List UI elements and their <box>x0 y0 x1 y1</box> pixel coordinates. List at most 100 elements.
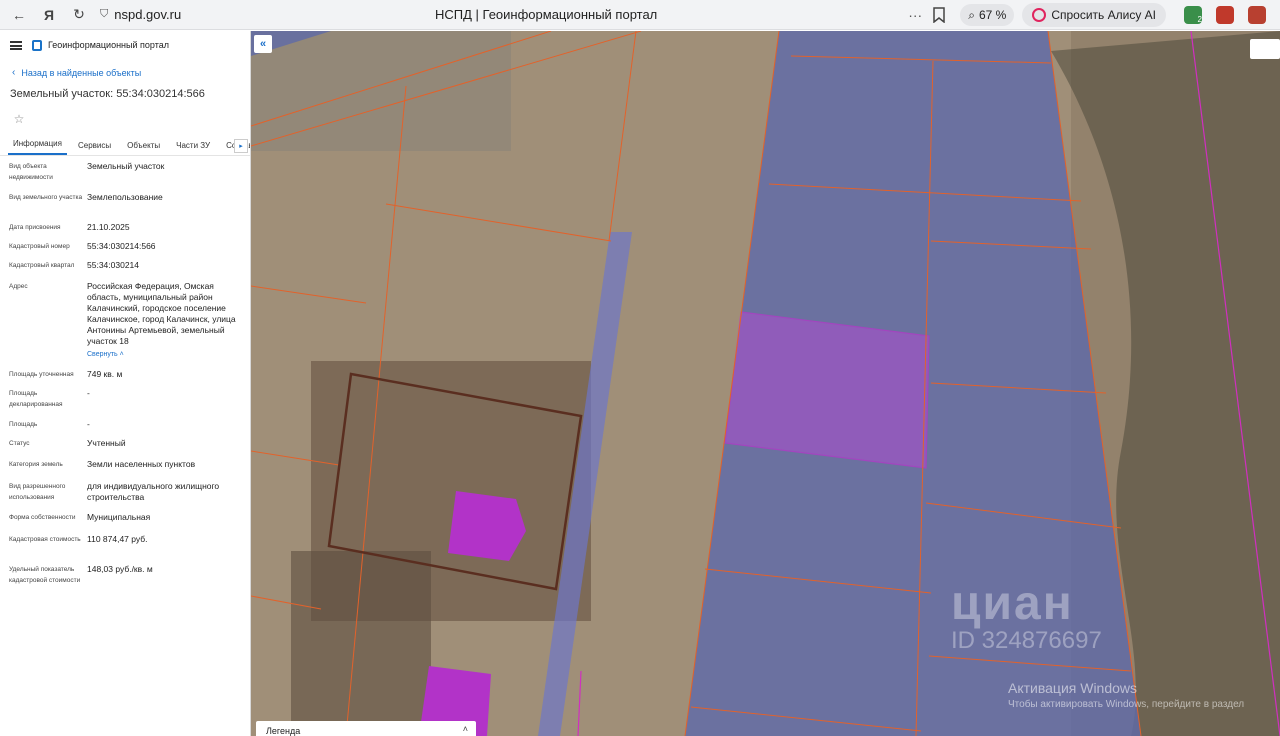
property-label: Площадь <box>9 421 38 428</box>
portal-logo-icon <box>32 39 42 51</box>
back-arrow-icon[interactable]: ← <box>8 4 30 26</box>
property-label: Кадастровый номер <box>9 243 70 250</box>
legend-panel[interactable]: Легенда ˄ <box>256 721 476 736</box>
property-row: Площадь - <box>9 419 250 438</box>
menu-icon[interactable] <box>10 40 22 50</box>
collapse-panel-button[interactable]: « <box>254 35 272 53</box>
windows-activation-title: Активация Windows <box>1008 680 1138 696</box>
more-icon[interactable]: ··· <box>908 7 922 23</box>
alisa-label: Спросить Алису AI <box>1051 8 1156 22</box>
property-value: Российская Федерация, Омская область, му… <box>87 281 236 346</box>
property-label: Статус <box>9 440 30 447</box>
zoom-icon: ⌕ <box>968 7 975 22</box>
property-row: Кадастровая стоимость 110 874,47 руб. <box>9 534 250 564</box>
back-link-label: Назад в найденные объекты <box>21 67 142 78</box>
property-label: Удельный показатель кадастровой стоимост… <box>9 566 81 584</box>
bookmark-icon[interactable] <box>932 7 946 23</box>
favorite-star-icon[interactable]: ☆ <box>10 110 28 128</box>
address-value: Российская Федерация, Омская область, му… <box>87 281 239 369</box>
property-label: Кадастровая стоимость <box>9 536 81 543</box>
property-value: 148,03 руб./кв. м <box>87 564 153 574</box>
yandex-icon[interactable]: Я <box>38 4 60 26</box>
map-view[interactable]: « циан ID 324876697 Активация Windows Чт… <box>251 31 1280 736</box>
property-row: Вид земельного участка Землепользование <box>9 192 250 222</box>
property-value: для индивидуального жилищного строительс… <box>87 481 220 502</box>
property-row: Площадь уточненная 749 кв. м <box>9 369 250 388</box>
property-value: Земельный участок <box>87 161 165 171</box>
zoom-value: 67 % <box>978 8 1007 22</box>
property-label: Форма собственности <box>9 514 76 521</box>
selected-parcel[interactable] <box>724 311 930 469</box>
property-value: - <box>87 419 90 429</box>
map-canvas[interactable] <box>251 31 1280 736</box>
alisa-icon <box>1032 8 1047 22</box>
browser-toolbar: ← Я ↻ ⛉ nspd.gov.ru НСПД | Геоинформацио… <box>0 0 1280 30</box>
info-panel: Геоинформационный портал ‹ Назад в найде… <box>0 31 251 736</box>
collapse-label: Свернуть <box>87 351 118 358</box>
property-label: Адрес <box>9 283 28 290</box>
property-value: Земли населенных пунктов <box>87 459 196 469</box>
property-label: Площадь уточненная <box>9 371 74 378</box>
tab-objects[interactable]: Объекты <box>122 141 165 155</box>
property-value: 55:34:030214:566 <box>87 241 156 251</box>
tab-info[interactable]: Информация <box>8 139 67 155</box>
property-row: Дата присвоения 21.10.2025 <box>9 222 250 241</box>
property-value: Муниципальная <box>87 512 151 522</box>
url-text: nspd.gov.ru <box>114 7 182 22</box>
parcel-title: Земельный участок: 55:34:030214:566 <box>10 88 205 100</box>
property-row: Адрес Российская Федерация, Омская облас… <box>9 281 250 369</box>
property-row: Кадастровый номер 55:34:030214:566 <box>9 241 250 260</box>
address-bar[interactable]: ⛉ nspd.gov.ru <box>100 3 181 27</box>
alisa-button[interactable]: Спросить Алису AI <box>1022 3 1166 27</box>
property-row: Удельный показатель кадастровой стоимост… <box>9 564 250 598</box>
property-row: Площадь декларированная - <box>9 388 250 419</box>
back-link[interactable]: ‹ Назад в найденные объекты <box>0 67 250 78</box>
property-value: 110 874,47 руб. <box>87 534 148 544</box>
watermark-logo: циан <box>951 577 1074 630</box>
tab-parts[interactable]: Части ЗУ <box>171 141 215 155</box>
extension-shield-icon[interactable]: 2 <box>1184 6 1202 24</box>
watermark: циан ID 324876697 <box>951 576 1102 655</box>
watermark-id: ID 324876697 <box>951 627 1102 654</box>
reload-icon[interactable]: ↻ <box>68 4 90 26</box>
extension-badge: 2 <box>1197 15 1202 24</box>
legend-label: Легенда <box>266 726 301 736</box>
property-row: Вид разрешенного использования для индив… <box>9 481 250 512</box>
tab-bar: Информация Сервисы Объекты Части ЗУ Сост… <box>0 134 250 156</box>
tab-services[interactable]: Сервисы <box>73 141 116 155</box>
panel-header: Геоинформационный портал <box>0 31 250 59</box>
portal-name: Геоинформационный портал <box>48 40 169 50</box>
property-value: 749 кв. м <box>87 369 123 379</box>
property-value: 21.10.2025 <box>87 222 130 232</box>
property-row: Категория земель Земли населенных пункто… <box>9 459 250 481</box>
building <box>448 491 526 561</box>
property-row: Форма собственности Муниципальная <box>9 512 250 534</box>
property-row: Вид объекта недвижимости Земельный участ… <box>9 161 250 192</box>
chevron-up-icon: ˄ <box>119 351 124 358</box>
map-control-button[interactable] <box>1250 39 1280 59</box>
shield-icon: ⛉ <box>100 8 109 20</box>
windows-activation: Активация Windows Чтобы активировать Win… <box>1008 680 1244 710</box>
collapse-link[interactable]: Свернуть ˄ <box>87 349 239 360</box>
property-label: Вид объекта недвижимости <box>9 163 53 181</box>
page-title: НСПД | Геоинформационный портал <box>435 7 658 22</box>
property-label: Кадастровый квартал <box>9 262 75 269</box>
property-value: Учтенный <box>87 438 126 448</box>
property-row: Статус Учтенный <box>9 438 250 459</box>
chevron-left-icon: ‹ <box>12 67 16 78</box>
property-value: Землепользование <box>87 192 163 202</box>
chevron-up-icon[interactable]: ˄ <box>463 724 468 734</box>
property-label: Вид земельного участка <box>9 194 83 201</box>
extension-icon-2[interactable] <box>1248 6 1266 24</box>
zoom-button[interactable]: ⌕ 67 % <box>960 4 1015 26</box>
property-label: Категория земель <box>9 461 63 468</box>
property-value: 55:34:030214 <box>87 260 139 270</box>
property-label: Дата присвоения <box>9 224 61 231</box>
extension-icon-1[interactable] <box>1216 6 1234 24</box>
properties-list: Вид объекта недвижимости Земельный участ… <box>0 161 250 598</box>
property-row: Кадастровый квартал 55:34:030214 <box>9 260 250 281</box>
windows-activation-text: Чтобы активировать Windows, перейдите в … <box>1008 699 1245 710</box>
tabs-next-icon[interactable]: ▸ <box>234 139 248 153</box>
property-value: - <box>87 388 90 398</box>
property-label: Вид разрешенного использования <box>9 483 66 501</box>
